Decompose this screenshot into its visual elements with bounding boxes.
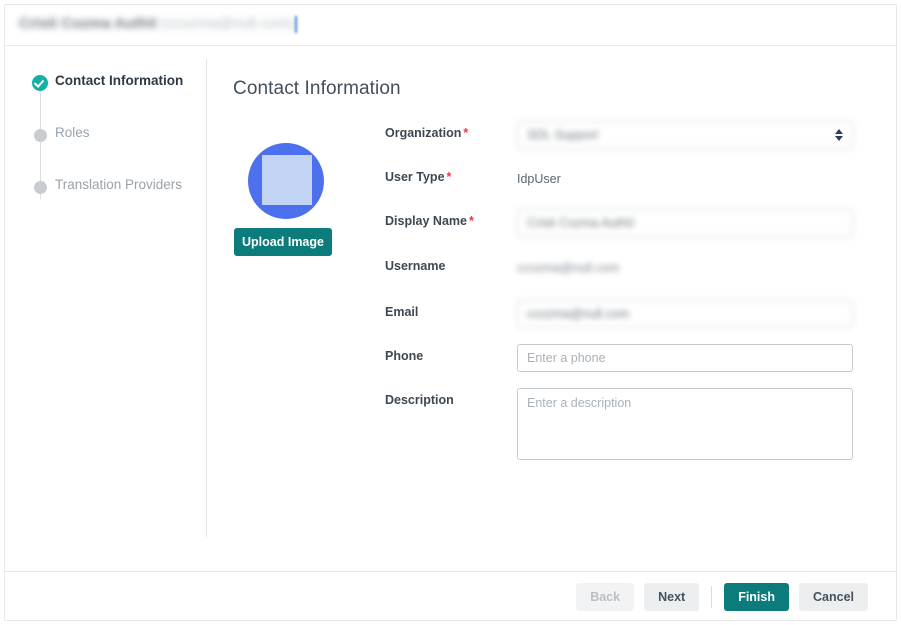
user-wizard-dialog: Cristi Cozma Auth0 (ccozma@null.com) Con… xyxy=(4,4,897,621)
form-row-email: Email xyxy=(385,300,855,336)
display-name-input[interactable] xyxy=(517,209,853,237)
cancel-button[interactable]: Cancel xyxy=(799,583,868,611)
dialog-title-name: Cristi Cozma Auth0 xyxy=(19,15,157,32)
stepper-step-label: Contact Information xyxy=(55,73,184,88)
upload-image-button[interactable]: Upload Image xyxy=(234,228,332,256)
next-button[interactable]: Next xyxy=(644,583,700,611)
organization-label: Organization * xyxy=(385,126,469,140)
text-cursor xyxy=(295,16,297,33)
contact-information-form: Organization * SDL Support User Type * Idp… xyxy=(385,121,855,473)
dialog-header: Cristi Cozma Auth0 (ccozma@null.com) xyxy=(5,5,896,46)
finish-button[interactable]: Finish xyxy=(724,583,789,611)
avatar xyxy=(248,143,324,219)
dot-icon xyxy=(34,129,47,142)
dialog-title-email: (ccozma@null.com) xyxy=(160,15,294,32)
stepper-step-label: Roles xyxy=(55,125,90,140)
phone-input[interactable] xyxy=(517,344,853,372)
form-row-display-name: Display Name * xyxy=(385,209,855,246)
form-row-phone: Phone xyxy=(385,344,855,380)
form-row-username: Username ccozma@null.com xyxy=(385,254,855,292)
footer-divider xyxy=(5,571,896,572)
required-asterisk: * xyxy=(463,126,469,140)
check-circle-icon xyxy=(32,75,48,91)
email-input[interactable] xyxy=(517,300,853,328)
stepper-step-translation-providers[interactable]: Translation Providers xyxy=(29,175,199,227)
username-value: ccozma@null.com xyxy=(517,261,620,275)
username-label: Username xyxy=(385,259,446,273)
dot-icon xyxy=(34,181,47,194)
back-button[interactable]: Back xyxy=(576,583,635,611)
organization-select[interactable]: SDL Support xyxy=(517,121,853,149)
wizard-stepper: Contact Information Roles Translation Pr… xyxy=(29,71,199,227)
dialog-footer: Back Next Finish Cancel xyxy=(576,583,868,611)
avatar-image-placeholder xyxy=(262,155,312,205)
display-name-label: Display Name * xyxy=(385,214,474,228)
vertical-divider xyxy=(206,59,207,537)
form-row-organization: Organization * SDL Support xyxy=(385,121,855,157)
form-row-description: Description xyxy=(385,388,855,465)
stepper-step-label: Translation Providers xyxy=(55,177,183,192)
user-type-label: User Type * xyxy=(385,170,452,184)
user-type-value: IdpUser xyxy=(517,172,561,186)
description-textarea[interactable] xyxy=(517,388,853,460)
email-label: Email xyxy=(385,305,419,319)
footer-button-separator xyxy=(711,586,713,608)
required-asterisk: * xyxy=(468,214,474,228)
page-title: Contact Information xyxy=(233,78,401,99)
phone-label: Phone xyxy=(385,349,424,363)
dialog-title: Cristi Cozma Auth0 (ccozma@null.com) xyxy=(19,15,294,32)
form-row-user-type: User Type * IdpUser xyxy=(385,165,855,201)
stepper-step-contact-information[interactable]: Contact Information xyxy=(29,71,199,123)
description-label: Description xyxy=(385,393,454,407)
stepper-step-roles[interactable]: Roles xyxy=(29,123,199,175)
required-asterisk: * xyxy=(446,170,452,184)
